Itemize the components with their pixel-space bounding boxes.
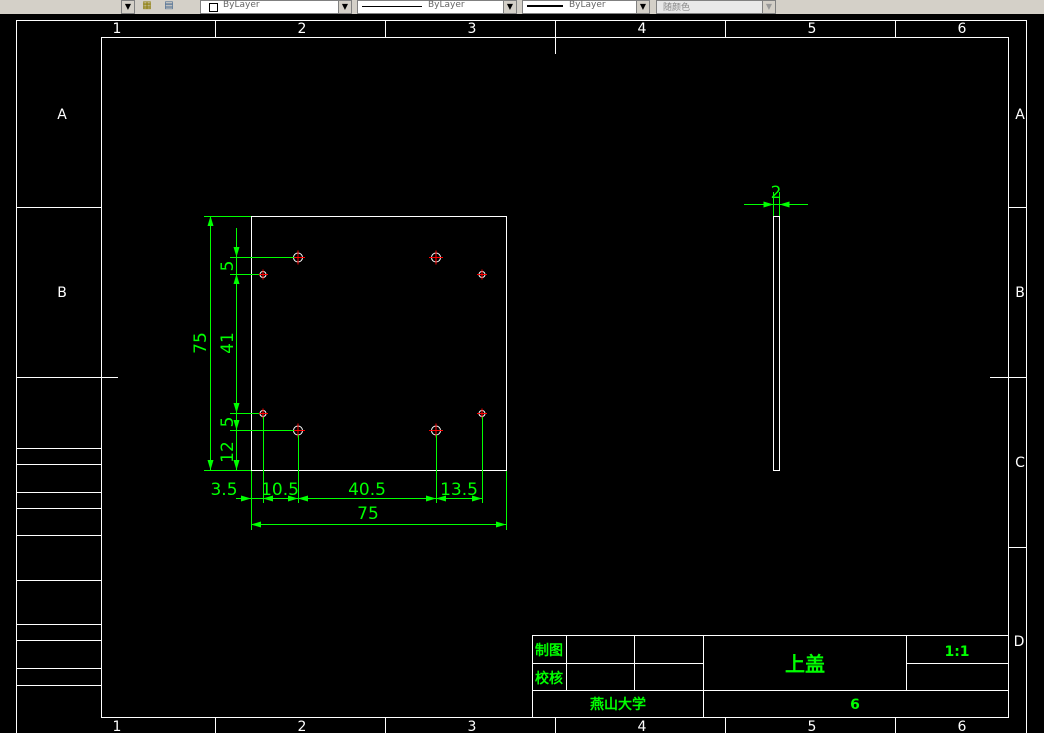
zone-row-right-d: D [1014,634,1025,650]
zone-row-right-a: A [1015,107,1025,123]
zone-col-bottom-6: 6 [958,719,967,733]
dim-bottom-5: 5 [218,417,238,428]
title-drawn-label: 制图 [535,642,563,659]
zone-col-top-2: 2 [298,21,307,37]
zone-col-top-1: 1 [113,21,122,37]
zone-col-bottom-4: 4 [638,719,647,733]
dim-thickness-2: 2 [771,183,782,203]
dim-x-13-5: 13.5 [440,480,478,500]
title-scale: 1:1 [944,644,969,660]
zone-col-top-4: 4 [638,21,647,37]
zone-col-top-6: 6 [958,21,967,37]
dim-top-5: 5 [218,261,238,272]
title-part-name: 上盖 [785,652,825,676]
title-sheet-no: 6 [850,697,860,713]
zone-row-left-a: A [57,107,67,123]
title-school: 燕山大学 [590,696,646,713]
dim-bottom-12: 12 [218,441,238,463]
dim-x-40-5: 40.5 [348,480,386,500]
dim-x-10-5: 10.5 [261,480,299,500]
dim-height-41: 41 [218,332,238,354]
zone-row-right-c: C [1015,455,1025,471]
title-checked-label: 校核 [535,670,563,687]
zone-col-top-5: 5 [808,21,817,37]
dim-x-3-5: 3.5 [210,480,237,500]
zone-row-left-b: B [57,285,67,301]
zone-row-right-b: B [1015,285,1025,301]
zone-col-top-3: 3 [468,21,477,37]
dim-height-75: 75 [191,332,211,354]
zone-col-bottom-2: 2 [298,719,307,733]
zone-col-bottom-5: 5 [808,719,817,733]
zone-col-bottom-3: 3 [468,719,477,733]
dim-width-75: 75 [357,504,379,524]
zone-col-bottom-1: 1 [113,719,122,733]
drawing-canvas[interactable]: 1 2 3 4 5 6 1 2 3 4 5 6 A B A B C D 75 4… [0,0,1044,733]
